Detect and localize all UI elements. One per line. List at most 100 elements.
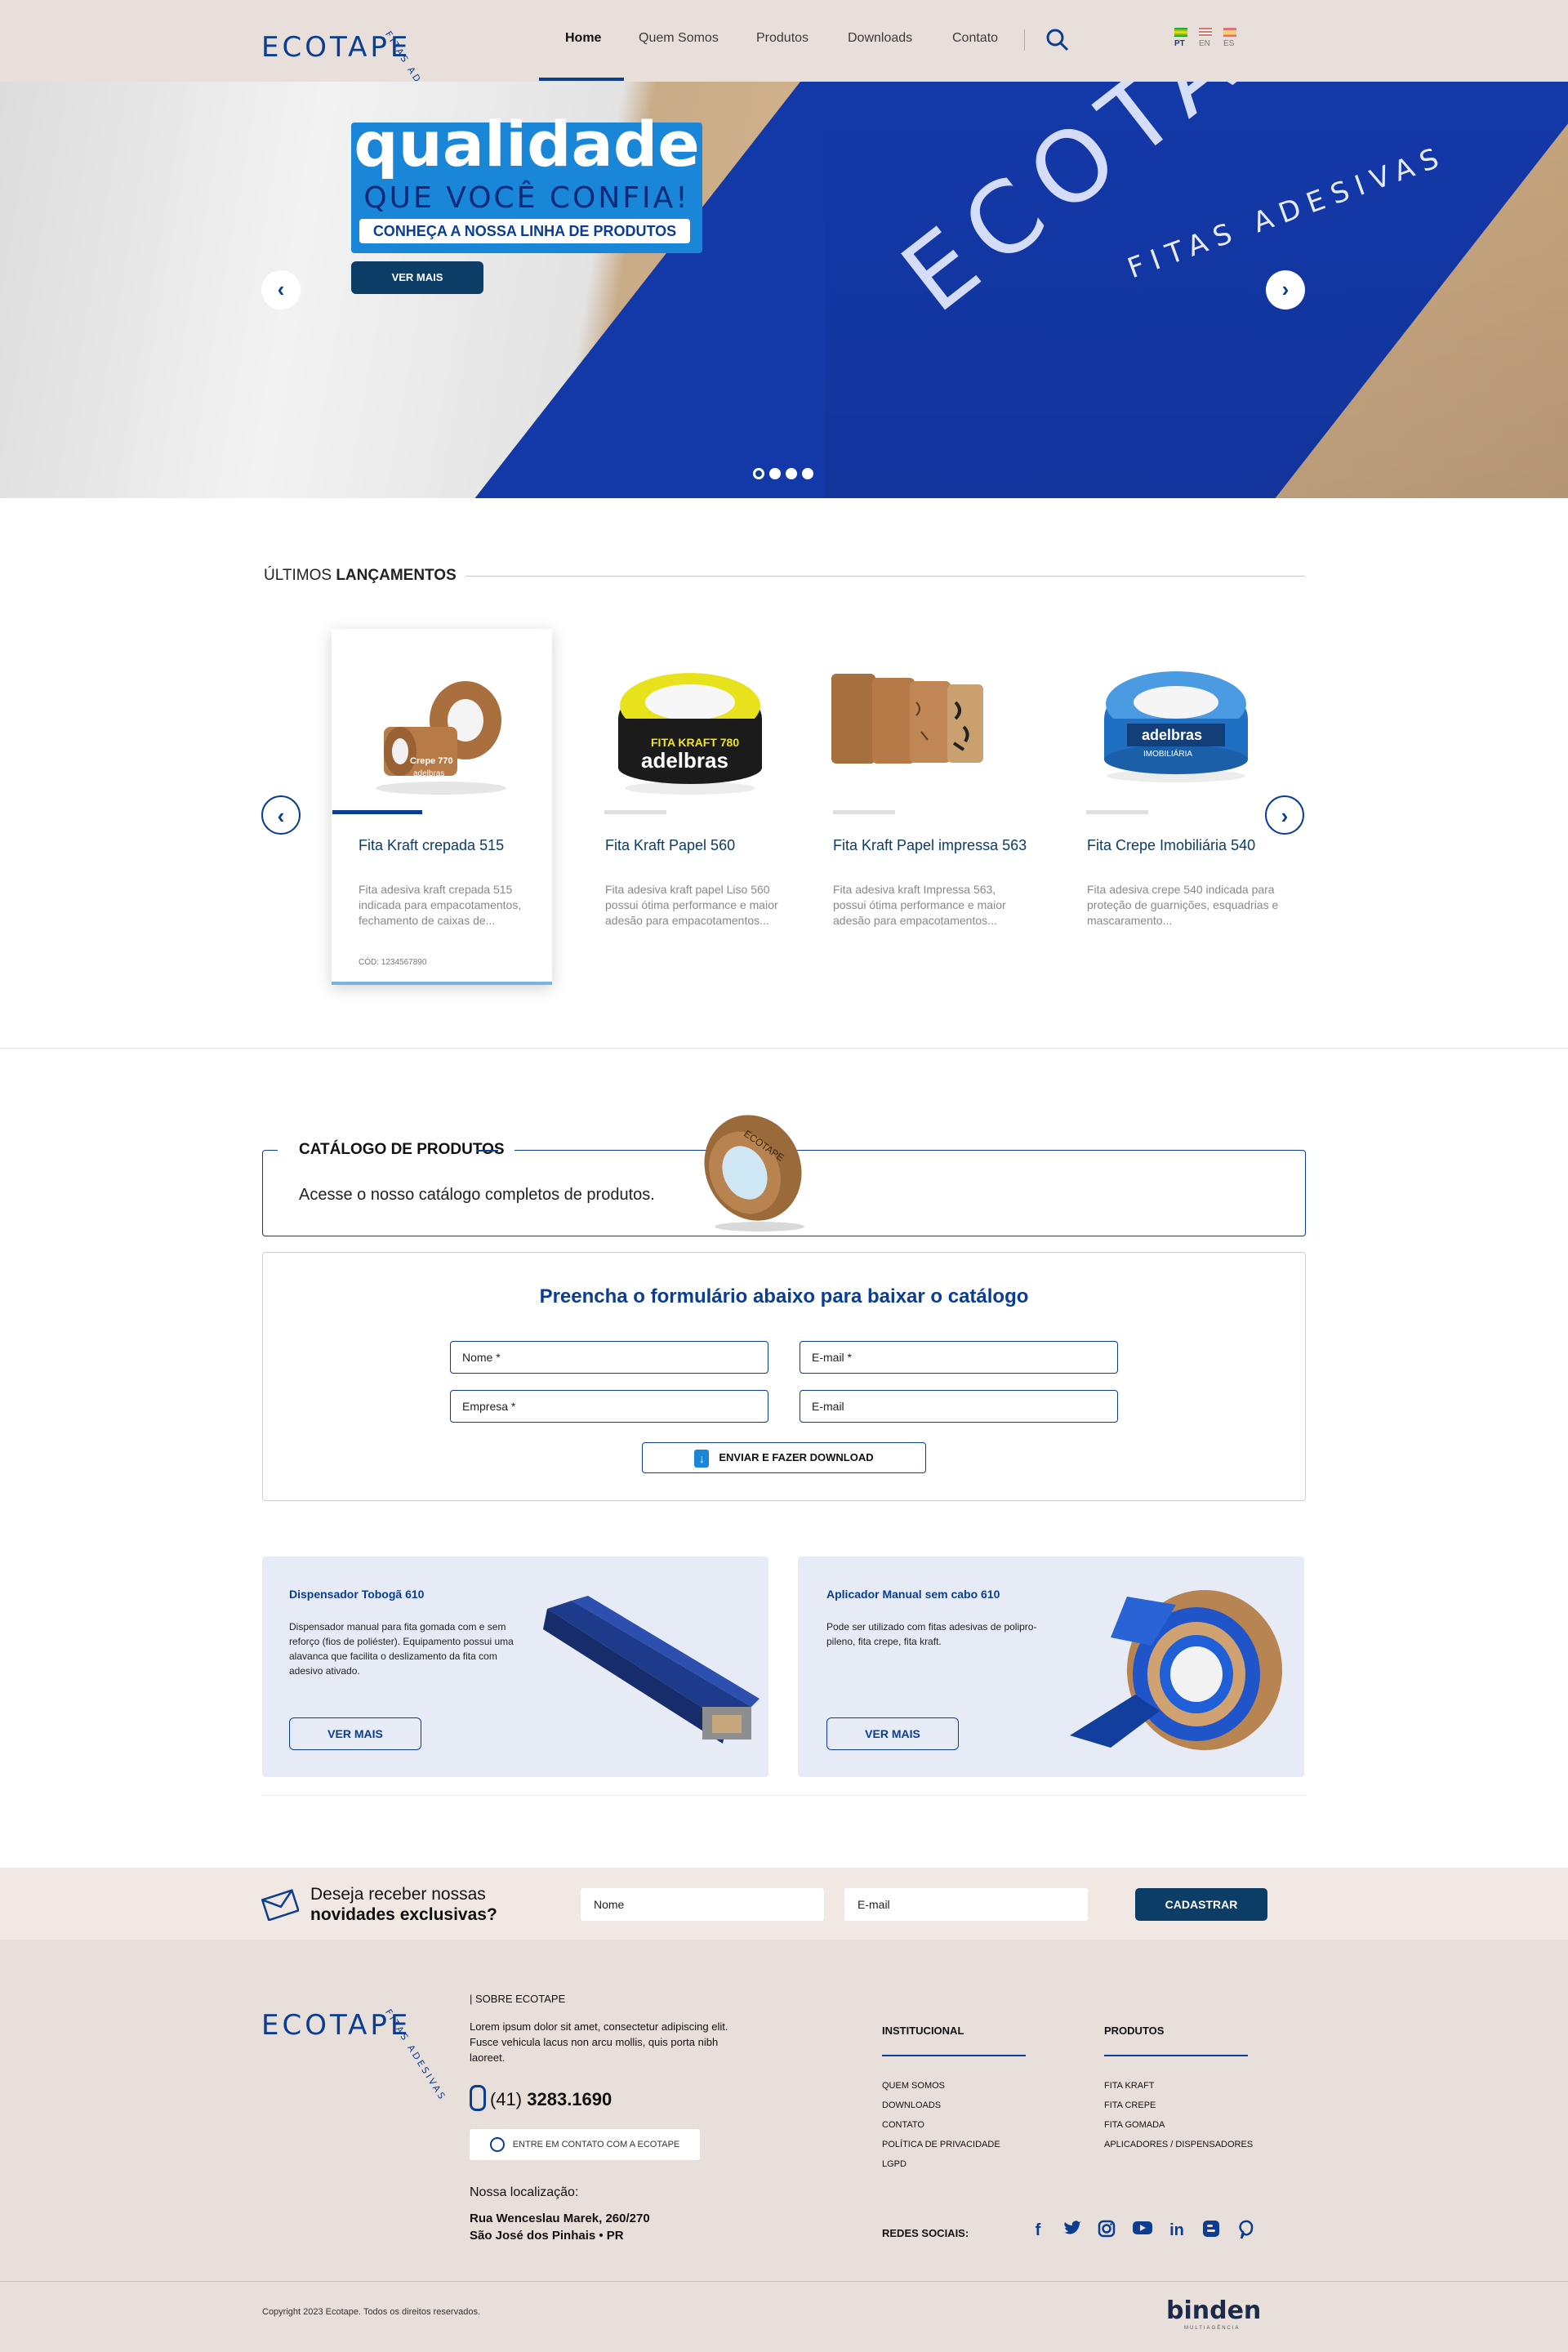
hero-banner: ECOTAPE FITAS ADESIVAS: [0, 82, 1568, 498]
promo-ver-mais-button-1[interactable]: VER MAIS: [289, 1717, 421, 1750]
twitter-icon[interactable]: [1062, 2220, 1083, 2241]
hero-dot-1[interactable]: [753, 468, 764, 479]
newsletter-title: Deseja receber nossas novidades exclusiv…: [310, 1884, 497, 1925]
lang-pt-label: PT: [1174, 39, 1185, 48]
product-label-crepe: Crepe 770: [410, 756, 453, 766]
lang-pt[interactable]: PT: [1174, 28, 1187, 48]
catalog-title-line: [477, 1150, 498, 1152]
footer-link-aplicadores[interactable]: APLICADORES / DISPENSADORES: [1104, 2140, 1253, 2149]
nav-divider: [1024, 29, 1025, 51]
launches-title: ÚLTIMOS LANÇAMENTOS: [264, 567, 457, 585]
product-image-3[interactable]: [825, 653, 988, 800]
product-card-bottom-line: [332, 982, 552, 985]
product-code-1: CÓD: 1234567890: [359, 958, 427, 967]
lang-es-label: ES: [1223, 39, 1235, 48]
product-label-kraft-780: FITA KRAFT 780: [651, 736, 739, 749]
nav-home[interactable]: Home: [565, 31, 601, 46]
youtube-icon[interactable]: [1132, 2220, 1153, 2241]
form-title: Preencha o formulário abaixo para baixar…: [539, 1285, 1029, 1307]
name-field[interactable]: Nome *: [450, 1341, 768, 1374]
lang-en[interactable]: EN: [1199, 28, 1212, 48]
newsletter-submit-button[interactable]: CADASTRAR: [1135, 1888, 1267, 1921]
hero-tagline: CONHEÇA A NOSSA LINHA DE PRODUTOS: [359, 219, 690, 243]
lang-en-label: EN: [1199, 39, 1210, 48]
facebook-icon[interactable]: f: [1027, 2220, 1049, 2241]
pinterest-icon[interactable]: [1235, 2220, 1256, 2241]
product-bar-2: [604, 810, 666, 814]
hero-next-button[interactable]: ›: [1266, 270, 1305, 310]
blogger-icon[interactable]: [1200, 2220, 1222, 2241]
agency-tagline: MULTIAGÊNCIA: [1184, 2326, 1241, 2331]
hero-title: qualidade: [354, 108, 700, 180]
hero-dot-2[interactable]: [769, 468, 781, 479]
product-name-4[interactable]: Fita Crepe Imobiliária 540: [1087, 835, 1283, 856]
footer-phone[interactable]: (41) 3283.1690: [490, 2089, 612, 2110]
catalog-tape-image: ECOTAPE: [694, 1102, 817, 1237]
launches-next-button[interactable]: ›: [1265, 795, 1304, 835]
usa-flag-icon: [1199, 28, 1212, 37]
download-button[interactable]: ↓ ENVIAR E FAZER DOWNLOAD: [642, 1442, 926, 1473]
agency-logo[interactable]: binden: [1166, 2296, 1261, 2325]
hero-ver-mais-button[interactable]: VER MAIS: [351, 261, 483, 294]
footer-link-fita-gomada[interactable]: FITA GOMADA: [1104, 2120, 1165, 2130]
promo-ver-mais-button-2[interactable]: VER MAIS: [826, 1717, 959, 1750]
product-bar-3: [833, 810, 895, 814]
promo-title-2: Aplicador Manual sem cabo 610: [826, 1588, 1000, 1601]
footer-produtos-title: PRODUTOS: [1104, 2025, 1165, 2037]
product-image-4[interactable]: adelbras IMOBILIÁRIA: [1094, 653, 1258, 800]
nav-quem-somos[interactable]: Quem Somos: [639, 31, 719, 46]
footer-address-line2: São José dos Pinhais • PR: [470, 2229, 624, 2243]
footer-link-privacidade[interactable]: POLÍTICA DE PRIVACIDADE: [882, 2140, 1000, 2149]
chevron-right-icon: ›: [1281, 277, 1290, 301]
section-separator: [0, 1048, 1568, 1049]
copyright: Copyright 2023 Ecotape. Todos os direito…: [262, 2307, 481, 2317]
nav-downloads[interactable]: Downloads: [848, 31, 912, 46]
site-footer: [0, 1940, 1568, 2352]
product-bar-4: [1086, 810, 1148, 814]
company-field[interactable]: Empresa *: [450, 1390, 768, 1423]
hero-prev-button[interactable]: ‹: [261, 270, 301, 310]
product-name-2[interactable]: Fita Kraft Papel 560: [605, 835, 801, 856]
hero-dot-4[interactable]: [802, 468, 813, 479]
whatsapp-label: ENTRE EM CONTATO COM A ECOTAPE: [512, 2140, 680, 2149]
footer-social-title: REDES SOCIAIS:: [882, 2227, 969, 2239]
email-required-field[interactable]: E-mail *: [800, 1341, 1118, 1374]
linkedin-icon[interactable]: in: [1166, 2220, 1187, 2241]
whatsapp-icon: [489, 2137, 505, 2153]
footer-link-contato[interactable]: CONTATO: [882, 2120, 924, 2130]
newsletter-name-input[interactable]: Nome: [581, 1888, 824, 1921]
product-image-2[interactable]: FITA KRAFT 780 adelbras: [608, 653, 772, 800]
newsletter-email-input[interactable]: E-mail: [844, 1888, 1088, 1921]
hero-subtitle: QUE VOCÊ CONFIA!: [363, 181, 690, 215]
product-name-3[interactable]: Fita Kraft Papel impressa 563: [833, 835, 1029, 856]
footer-phone-prefix: (41): [490, 2089, 523, 2109]
spain-flag-icon: [1223, 28, 1236, 37]
footer-link-downloads[interactable]: DOWNLOADS: [882, 2100, 941, 2110]
nav-contato[interactable]: Contato: [952, 31, 998, 46]
search-icon[interactable]: [1045, 28, 1070, 56]
email-field[interactable]: E-mail: [800, 1390, 1118, 1423]
launches-title-bold: LANÇAMENTOS: [336, 567, 457, 584]
brazil-flag-icon: [1174, 28, 1187, 37]
product-image-1[interactable]: Crepe 770 adelbras: [359, 653, 523, 800]
hero-dot-3[interactable]: [786, 468, 797, 479]
nav-produtos[interactable]: Produtos: [756, 31, 808, 46]
footer-link-quem-somos[interactable]: QUEM SOMOS: [882, 2081, 945, 2091]
promo-desc-2: Pode ser utilizado com fitas adesivas de…: [826, 1621, 1037, 1647]
launches-title-prefix: ÚLTIMOS: [264, 567, 332, 584]
instagram-icon[interactable]: [1096, 2220, 1117, 2241]
launches-prev-button[interactable]: ‹: [261, 795, 301, 835]
whatsapp-button[interactable]: ENTRE EM CONTATO COM A ECOTAPE: [470, 2129, 700, 2160]
footer-address-line1: Rua Wenceslau Marek, 260/270: [470, 2212, 650, 2225]
product-desc-3: Fita adesiva kraft Impressa 563, possui …: [833, 883, 1006, 927]
product-desc-4: Fita adesiva crepe 540 indicada para pro…: [1087, 883, 1279, 927]
product-label-imobiliaria: IMOBILIÁRIA: [1143, 748, 1192, 759]
newsletter-title-line2: novidades exclusivas?: [310, 1905, 497, 1924]
footer-link-fita-crepe[interactable]: FITA CREPE: [1104, 2100, 1156, 2110]
product-name-1[interactable]: Fita Kraft crepada 515: [359, 835, 555, 856]
product-label-adelbras-4: adelbras: [1142, 727, 1202, 743]
footer-link-fita-kraft[interactable]: FITA KRAFT: [1104, 2081, 1155, 2091]
lang-es[interactable]: ES: [1223, 28, 1236, 48]
product-label-adelbras-1: adelbras: [413, 769, 444, 778]
footer-link-lgpd[interactable]: LGPD: [882, 2159, 906, 2169]
